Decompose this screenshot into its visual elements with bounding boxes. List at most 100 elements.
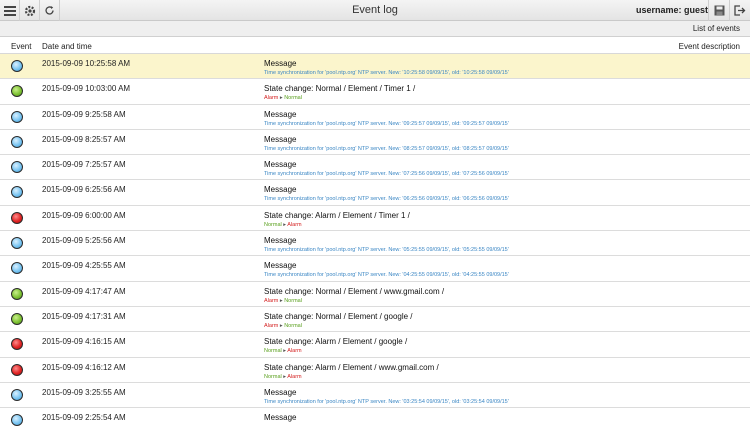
menu-button[interactable] — [0, 0, 20, 21]
event-row[interactable]: 2015-09-09 4:17:47 AM State change: Norma… — [0, 282, 750, 307]
state-to: Normal — [284, 297, 302, 304]
status-blue-icon — [11, 388, 23, 401]
event-datetime: 2015-09-09 4:16:15 AM — [42, 337, 126, 347]
menu-icon — [3, 5, 16, 16]
event-detail: Normal ▸ Alarm — [264, 374, 302, 380]
event-datetime: 2015-09-09 8:25:57 AM — [42, 134, 126, 144]
event-title: Message — [264, 413, 297, 423]
status-blue-icon — [11, 110, 23, 123]
event-title: State change: Alarm / Element / www.gmai… — [264, 362, 439, 372]
top-toolbar: Event log username: guest — [0, 0, 750, 21]
event-title: Message — [264, 387, 297, 397]
event-title: Message — [264, 185, 297, 195]
event-title: Message — [264, 160, 297, 170]
event-datetime: 2015-09-09 9:25:58 AM — [42, 109, 126, 119]
status-red-icon — [11, 211, 23, 224]
event-title: State change: Alarm / Element / google / — [264, 337, 408, 347]
event-row[interactable]: 2015-09-09 3:25:55 AM Message Time synchro… — [0, 383, 750, 409]
event-title: State change: Normal / Element / www.gma… — [264, 286, 445, 296]
settings-button[interactable] — [20, 0, 40, 21]
event-row[interactable]: 2015-09-09 8:25:57 AM Message Time synchro… — [0, 130, 750, 156]
event-row[interactable]: 2015-09-09 9:25:58 AM Message Time synchro… — [0, 105, 750, 130]
status-blue-icon — [11, 135, 23, 148]
column-datetime[interactable]: Date and time — [42, 42, 92, 51]
event-detail: Time synchronization for 'pool.ntp.org' … — [264, 272, 509, 279]
event-detail: Alarm ▸ Normal — [264, 95, 302, 101]
event-datetime: 2015-09-09 10:25:58 AM — [42, 59, 131, 68]
event-datetime: 2015-09-09 10:03:00 AM — [42, 84, 131, 94]
event-detail: Time synchronization for 'pool.ntp.org' … — [264, 398, 509, 405]
event-title: Message — [264, 236, 297, 246]
state-from: Normal — [264, 373, 282, 380]
event-datetime: 2015-09-09 7:25:57 AM — [42, 160, 126, 170]
status-green-icon — [11, 287, 23, 300]
event-row[interactable]: 2015-09-09 10:25:58 AM Message Time synchr… — [0, 54, 750, 80]
event-title: Message — [264, 59, 297, 68]
event-row[interactable]: 2015-09-09 2:25:54 AM Message — [0, 408, 750, 428]
save-icon — [714, 5, 724, 16]
event-row[interactable]: 2015-09-09 4:25:55 AM Message Time synchro… — [0, 256, 750, 282]
event-row[interactable]: 2015-09-09 4:16:15 AM State change: Alarm… — [0, 332, 750, 358]
status-green-icon — [11, 85, 23, 98]
event-title: Message — [264, 261, 297, 271]
event-detail: Normal ▸ Alarm — [264, 222, 302, 228]
status-blue-icon — [11, 414, 23, 427]
list-header-bar: List of events — [0, 21, 750, 37]
state-from: Alarm — [264, 95, 279, 102]
event-row[interactable]: 2015-09-09 4:16:12 AM State change: Alarm… — [0, 358, 750, 383]
event-datetime: 2015-09-09 3:25:55 AM — [42, 387, 126, 397]
refresh-button[interactable] — [40, 0, 60, 21]
column-description[interactable]: Event description — [679, 42, 740, 51]
state-from: Normal — [264, 348, 282, 355]
event-detail: Normal ▸ Alarm — [264, 348, 302, 354]
username-label: username: guest — [635, 5, 708, 15]
list-label: List of events — [692, 24, 740, 33]
event-title: State change: Alarm / Element / Timer 1 … — [264, 210, 410, 220]
status-blue-icon — [11, 237, 23, 250]
state-from: Alarm — [264, 322, 279, 329]
event-detail: Alarm ▸ Normal — [264, 298, 302, 304]
gear-icon — [24, 5, 35, 16]
column-header: Event Date and time Event description — [0, 37, 750, 54]
state-from: Alarm — [264, 297, 279, 304]
status-blue-icon — [11, 262, 23, 275]
event-title: Message — [264, 134, 297, 144]
state-to: Alarm — [287, 348, 302, 355]
event-detail: Time synchronization for 'pool.ntp.org' … — [264, 145, 509, 152]
event-datetime: 2015-09-09 4:16:12 AM — [42, 362, 126, 372]
event-datetime: 2015-09-09 5:25:56 AM — [42, 236, 126, 246]
status-blue-icon — [11, 161, 23, 174]
state-to: Normal — [284, 322, 302, 329]
status-blue-icon — [11, 60, 23, 72]
status-red-icon — [11, 338, 23, 351]
event-row[interactable]: 2015-09-09 7:25:57 AM Message Time synchro… — [0, 155, 750, 181]
logout-icon — [734, 5, 746, 16]
event-detail: Time synchronization for 'pool.ntp.org' … — [264, 120, 509, 127]
event-datetime: 2015-09-09 2:25:54 AM — [42, 413, 126, 423]
event-title: State change: Normal / Element / google … — [264, 311, 413, 321]
save-button[interactable] — [708, 0, 729, 21]
event-title: State change: Normal / Element / Timer 1… — [264, 84, 416, 94]
event-datetime: 2015-09-09 6:25:56 AM — [42, 185, 126, 195]
logout-button[interactable] — [729, 0, 750, 21]
event-list: 2015-09-09 10:25:58 AM Message Time synchr… — [0, 54, 750, 428]
event-row[interactable]: 2015-09-09 5:25:56 AM Message Time synchro… — [0, 231, 750, 257]
state-to: Alarm — [287, 221, 302, 228]
status-red-icon — [11, 363, 23, 376]
column-event[interactable]: Event — [11, 42, 31, 51]
event-detail: Time synchronization for 'pool.ntp.org' … — [264, 247, 509, 254]
event-row[interactable]: 2015-09-09 10:03:00 AM State change: Norm… — [0, 79, 750, 105]
state-from: Normal — [264, 221, 282, 228]
state-to: Normal — [284, 95, 302, 102]
event-detail: Alarm ▸ Normal — [264, 323, 302, 329]
event-detail: Time synchronization for 'pool.ntp.org' … — [264, 196, 509, 203]
event-detail: Time synchronization for 'pool.ntp.org' … — [264, 171, 509, 178]
event-row[interactable]: 2015-09-09 6:25:56 AM Message Time synchro… — [0, 180, 750, 206]
event-title: Message — [264, 109, 297, 119]
status-green-icon — [11, 312, 23, 325]
state-to: Alarm — [287, 373, 302, 380]
event-row[interactable]: 2015-09-09 6:00:00 AM State change: Alarm… — [0, 206, 750, 232]
event-row[interactable]: 2015-09-09 4:17:31 AM State change: Norma… — [0, 307, 750, 333]
event-datetime: 2015-09-09 4:17:47 AM — [42, 286, 126, 296]
event-datetime: 2015-09-09 4:17:31 AM — [42, 311, 126, 321]
